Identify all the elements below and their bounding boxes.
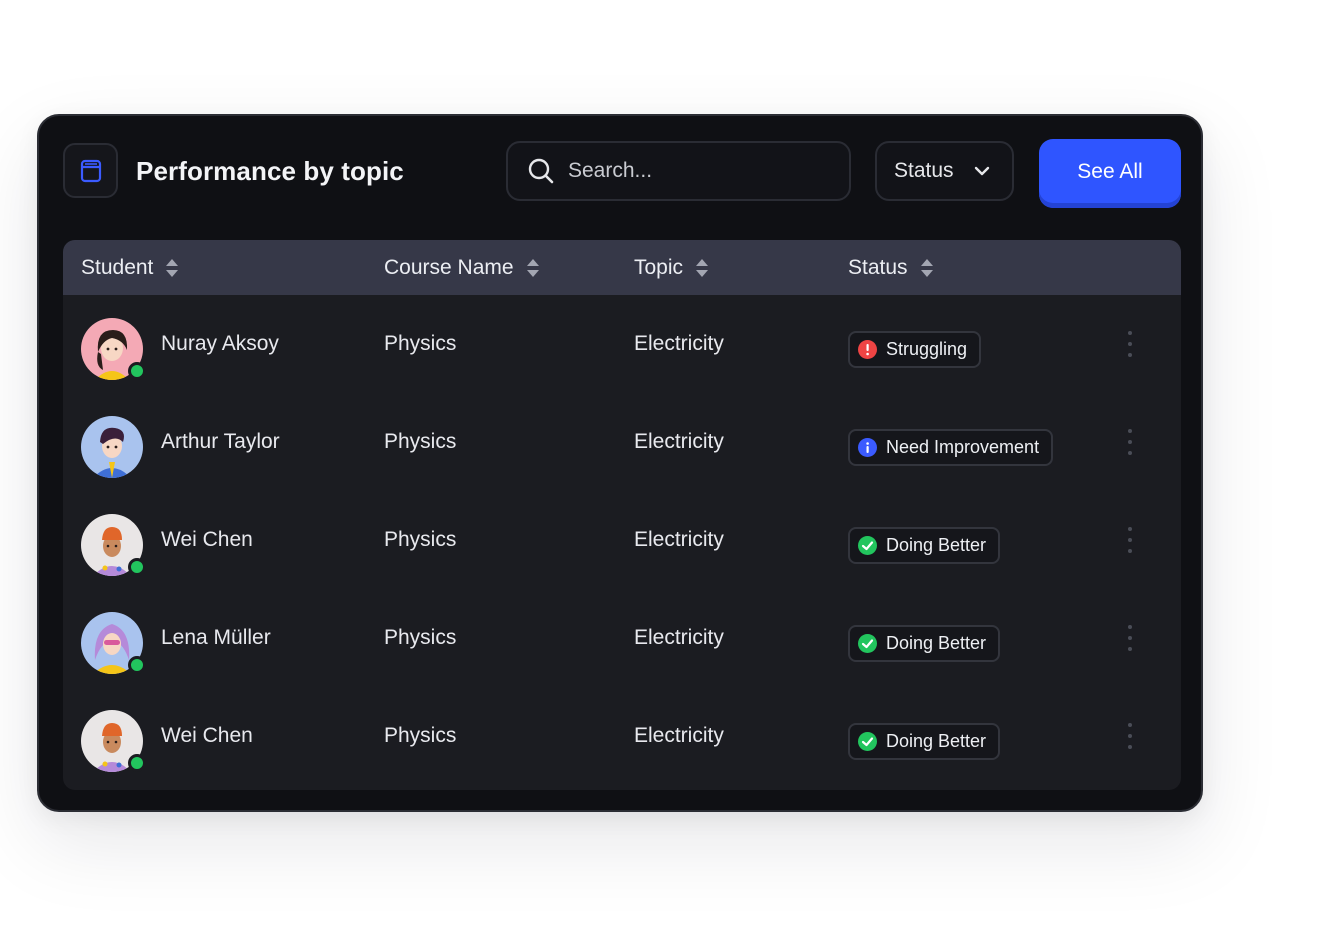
sort-icon <box>695 257 709 279</box>
topic-name: Electricity <box>634 626 724 649</box>
check-icon <box>858 634 877 653</box>
table-row[interactable]: Lena Müller Physics Electricity Doing Be… <box>63 589 1181 687</box>
column-label: Status <box>848 255 908 279</box>
course-name: Physics <box>384 332 457 355</box>
table-row[interactable]: Arthur Taylor Physics Electricity Need I… <box>63 393 1181 491</box>
column-header-student[interactable]: Student <box>81 240 179 295</box>
status-badge: Need Improvement <box>848 429 1054 466</box>
course-name: Physics <box>384 724 457 747</box>
row-menu-icon[interactable] <box>1123 429 1137 455</box>
status-label: Doing Better <box>886 731 987 751</box>
topic-name: Electricity <box>634 528 724 551</box>
column-label: Course Name <box>384 255 514 279</box>
students-table: Student Course Name Topic Status Nuray A… <box>63 240 1181 790</box>
column-header-status[interactable]: Status <box>848 240 934 295</box>
search-box[interactable] <box>506 141 851 201</box>
topic-name: Electricity <box>634 332 724 355</box>
card-header: Performance by topic Status See All <box>39 116 1201 236</box>
row-menu-icon[interactable] <box>1123 625 1137 651</box>
sort-icon <box>920 257 934 279</box>
status-badge: Struggling <box>848 331 982 368</box>
sort-icon <box>526 257 540 279</box>
student-name: Wei Chen <box>161 724 253 747</box>
book-icon <box>63 143 118 198</box>
search-input[interactable] <box>568 159 828 183</box>
status-label: Doing Better <box>886 633 987 653</box>
see-all-button[interactable]: See All <box>1039 139 1181 208</box>
online-indicator <box>128 754 146 772</box>
table-row[interactable]: Wei Chen Physics Electricity Doing Bette… <box>63 491 1181 589</box>
table-row[interactable]: Nuray Aksoy Physics Electricity Struggli… <box>63 295 1181 393</box>
avatar <box>81 514 146 576</box>
sort-icon <box>165 257 179 279</box>
student-name: Lena Müller <box>161 626 271 649</box>
status-label: Doing Better <box>886 535 987 555</box>
row-menu-icon[interactable] <box>1123 527 1137 553</box>
avatar <box>81 416 143 478</box>
topic-name: Electricity <box>634 724 724 747</box>
status-badge: Doing Better <box>848 625 1001 662</box>
status-badge: Doing Better <box>848 527 1001 564</box>
avatar <box>81 710 146 772</box>
student-name: Arthur Taylor <box>161 430 280 453</box>
search-icon <box>526 156 556 186</box>
online-indicator <box>128 558 146 576</box>
status-filter-label: Status <box>894 159 954 182</box>
performance-card: Performance by topic Status See All Stud… <box>37 114 1203 812</box>
course-name: Physics <box>384 528 457 551</box>
info-icon <box>858 438 877 457</box>
table-row[interactable]: Wei Chen Physics Electricity Doing Bette… <box>63 687 1181 785</box>
status-filter-dropdown[interactable]: Status <box>875 141 1014 201</box>
chevron-down-icon <box>973 162 991 180</box>
avatar <box>81 318 146 380</box>
status-label: Struggling <box>886 339 968 359</box>
student-name: Wei Chen <box>161 528 253 551</box>
status-badge: Doing Better <box>848 723 1001 760</box>
row-menu-icon[interactable] <box>1123 723 1137 749</box>
avatar <box>81 612 146 674</box>
card-title: Performance by topic <box>136 156 404 186</box>
table-header: Student Course Name Topic Status <box>63 240 1181 295</box>
row-menu-icon[interactable] <box>1123 331 1137 357</box>
online-indicator <box>128 362 146 380</box>
topic-name: Electricity <box>634 430 724 453</box>
online-indicator <box>128 656 146 674</box>
course-name: Physics <box>384 430 457 453</box>
check-icon <box>858 732 877 751</box>
check-icon <box>858 536 877 555</box>
column-header-course[interactable]: Course Name <box>384 240 540 295</box>
column-label: Topic <box>634 255 684 279</box>
student-name: Nuray Aksoy <box>161 332 279 355</box>
alert-icon <box>858 340 877 359</box>
status-label: Need Improvement <box>886 437 1040 457</box>
course-name: Physics <box>384 626 457 649</box>
column-label: Student <box>81 255 154 279</box>
column-header-topic[interactable]: Topic <box>634 240 709 295</box>
